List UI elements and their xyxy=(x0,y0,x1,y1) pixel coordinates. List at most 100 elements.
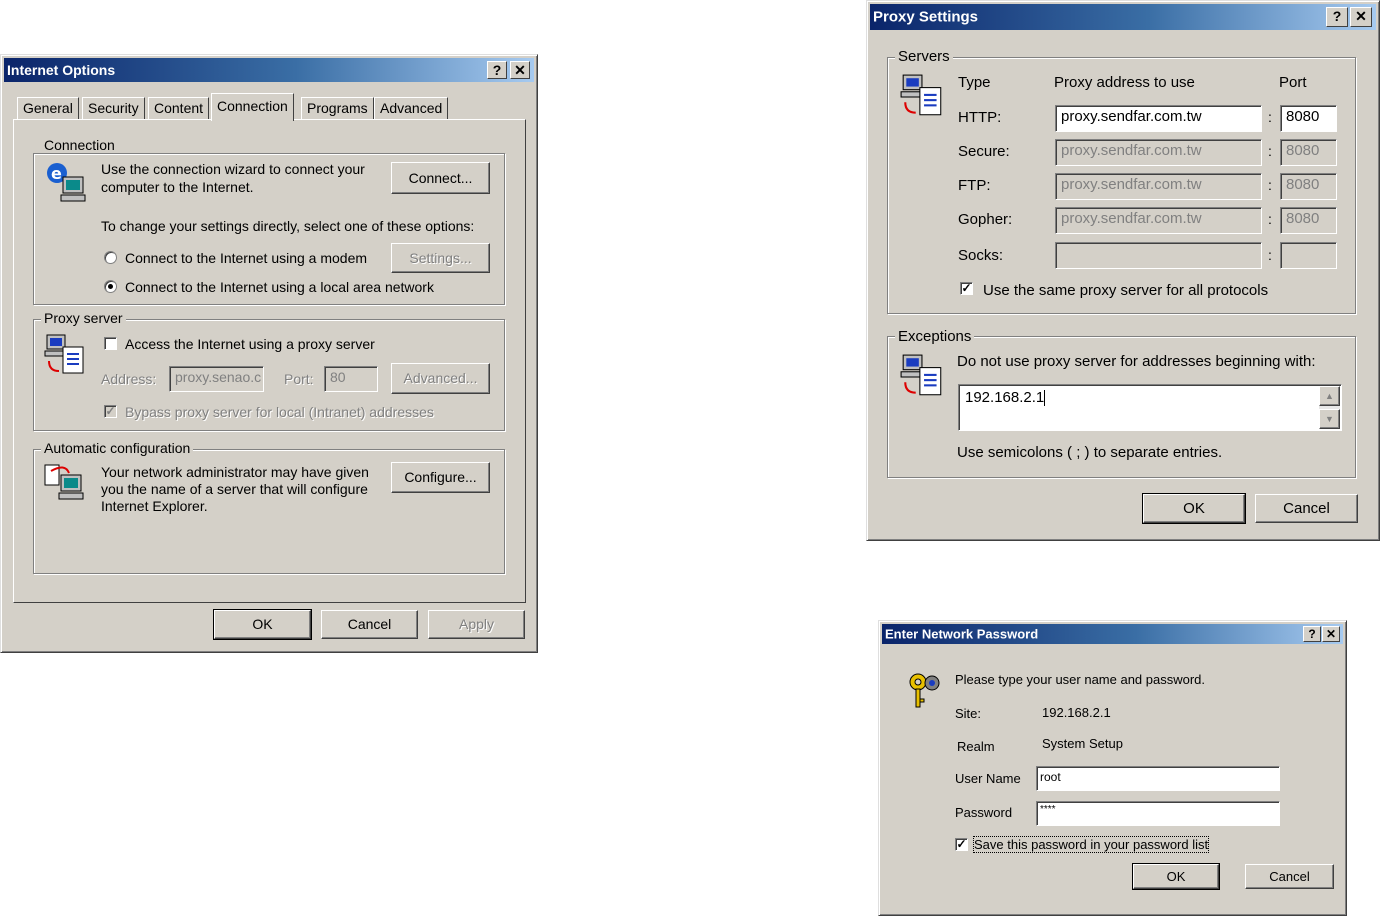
socks-address-input[interactable] xyxy=(1055,242,1262,269)
wizard-text-1: Use the connection wizard to connect you… xyxy=(101,161,365,177)
ie-connection-icon: e xyxy=(47,163,86,202)
change-settings-text: To change your settings directly, select… xyxy=(101,218,475,234)
lan-radio[interactable] xyxy=(104,280,117,293)
modem-option-label[interactable]: Connect to the Internet using a modem xyxy=(125,250,367,266)
close-button[interactable]: ✕ xyxy=(1350,7,1372,27)
exceptions-textarea[interactable]: 192.168.2.1 xyxy=(958,384,1342,431)
ok-button-label: OK xyxy=(252,616,273,632)
internet-options-titlebar[interactable]: Internet Options ? ✕ xyxy=(4,58,534,82)
network-password-window: Enter Network Password ? ✕ Please type y… xyxy=(878,620,1347,916)
ftp-port-input[interactable]: 8080 xyxy=(1280,173,1337,200)
address-column-header: Proxy address to use xyxy=(1054,74,1195,91)
username-label: User Name xyxy=(955,771,1021,786)
gopher-colon: : xyxy=(1268,211,1272,227)
cancel-button[interactable]: Cancel xyxy=(1245,864,1334,889)
tab-advanced[interactable]: Advanced xyxy=(374,97,449,119)
tab-security[interactable]: Security xyxy=(82,97,145,119)
settings-button-label: Settings... xyxy=(409,250,472,266)
site-value: 192.168.2.1 xyxy=(1042,705,1111,720)
bypass-checkbox[interactable]: ✓ xyxy=(104,405,117,418)
save-password-checkbox[interactable]: ✓ xyxy=(955,838,968,851)
save-password-label[interactable]: Save this password in your password list xyxy=(972,836,1210,853)
tab-general[interactable]: General xyxy=(17,97,79,119)
proxy-icon xyxy=(44,334,84,374)
tab-connection[interactable]: Connection xyxy=(211,93,294,121)
configure-button-label: Configure... xyxy=(404,469,477,485)
tab-programs[interactable]: Programs xyxy=(301,97,374,119)
exceptions-legend: Exceptions xyxy=(895,328,975,345)
proxy-port-input[interactable]: 80 xyxy=(324,366,378,392)
secure-address-input[interactable]: proxy.sendfar.com.tw xyxy=(1055,139,1262,166)
proxy-settings-window: Proxy Settings ? ✕ Servers Type Proxy ad… xyxy=(866,0,1380,541)
keys-icon xyxy=(909,673,940,708)
advanced-button[interactable]: Advanced... xyxy=(391,363,490,394)
secure-label: Secure: xyxy=(958,143,1010,160)
http-address-input[interactable]: proxy.sendfar.com.tw xyxy=(1055,105,1262,132)
socks-port-input[interactable] xyxy=(1280,242,1337,269)
window-title: Internet Options xyxy=(7,62,116,78)
modem-radio[interactable] xyxy=(104,251,117,264)
close-button[interactable]: ✕ xyxy=(510,61,530,79)
site-label: Site: xyxy=(955,706,982,721)
lan-option-label[interactable]: Connect to the Internet using a local ar… xyxy=(125,279,434,295)
cancel-button[interactable]: Cancel xyxy=(1255,494,1358,523)
network-password-titlebar[interactable]: Enter Network Password ? ✕ xyxy=(882,624,1343,644)
proxy-settings-titlebar[interactable]: Proxy Settings ? ✕ xyxy=(870,4,1376,30)
secure-port-input[interactable]: 8080 xyxy=(1280,139,1337,166)
close-button[interactable]: ✕ xyxy=(1322,626,1340,642)
settings-button[interactable]: Settings... xyxy=(391,243,490,273)
gopher-address-input[interactable]: proxy.sendfar.com.tw xyxy=(1055,207,1262,234)
http-colon: : xyxy=(1268,109,1272,125)
same-proxy-checkbox[interactable]: ✓ xyxy=(960,282,973,295)
connection-legend: Connection xyxy=(41,137,118,153)
ftp-label: FTP: xyxy=(958,177,991,194)
help-button[interactable]: ? xyxy=(1326,7,1348,27)
proxy-address-input[interactable]: proxy.senao.c xyxy=(169,366,264,392)
exceptions-proxy-icon xyxy=(900,354,942,396)
gopher-port-input[interactable]: 8080 xyxy=(1280,207,1337,234)
auto-config-text-2: you the name of a server that will confi… xyxy=(101,481,368,497)
help-button[interactable]: ? xyxy=(1303,626,1321,642)
ok-button[interactable]: OK xyxy=(1132,863,1220,890)
password-label: Password xyxy=(955,805,1013,820)
scroll-up-button[interactable]: ▲ xyxy=(1319,386,1340,406)
scrollbar[interactable]: ▲ ▼ xyxy=(1319,386,1340,429)
secure-colon: : xyxy=(1268,143,1272,159)
port-column-header: Port xyxy=(1279,74,1307,91)
scroll-down-button[interactable]: ▼ xyxy=(1319,409,1340,429)
cancel-button[interactable]: Cancel xyxy=(321,610,418,639)
use-proxy-checkbox[interactable] xyxy=(104,337,117,350)
proxy-server-legend: Proxy server xyxy=(41,310,126,326)
radio-selected-dot xyxy=(108,284,113,289)
port-label: Port: xyxy=(284,371,314,387)
type-column-header: Type xyxy=(958,74,991,91)
help-button[interactable]: ? xyxy=(487,61,507,79)
http-port-input[interactable]: 8080 xyxy=(1280,105,1337,132)
advanced-button-label: Advanced... xyxy=(403,370,478,386)
connect-button-label: Connect... xyxy=(408,170,473,186)
password-input[interactable]: **** xyxy=(1036,801,1280,826)
gopher-label: Gopher: xyxy=(958,211,1013,228)
window-title: Enter Network Password xyxy=(885,626,1039,642)
same-proxy-label[interactable]: Use the same proxy server for all protoc… xyxy=(983,282,1268,299)
apply-button[interactable]: Apply xyxy=(428,610,525,639)
tab-content[interactable]: Content xyxy=(148,97,210,119)
auto-config-legend: Automatic configuration xyxy=(41,440,194,456)
ok-button[interactable]: OK xyxy=(213,609,312,640)
username-input[interactable]: root xyxy=(1036,766,1280,791)
use-proxy-label[interactable]: Access the Internet using a proxy server xyxy=(125,336,375,352)
realm-label: Realm xyxy=(957,739,995,754)
configure-button[interactable]: Configure... xyxy=(391,462,490,493)
bypass-label[interactable]: Bypass proxy server for local (Intranet)… xyxy=(125,404,434,420)
connect-button[interactable]: Connect... xyxy=(391,162,490,194)
ftp-address-input[interactable]: proxy.sendfar.com.tw xyxy=(1055,173,1262,200)
prompt-text: Please type your user name and password. xyxy=(955,672,1206,687)
text-cursor xyxy=(1044,390,1046,407)
exceptions-value: 192.168.2.1 xyxy=(965,389,1045,406)
socks-label: Socks: xyxy=(958,247,1004,264)
realm-value: System Setup xyxy=(1042,736,1123,751)
ok-button-label: OK xyxy=(1166,869,1186,884)
auto-config-icon xyxy=(44,464,84,500)
ok-button[interactable]: OK xyxy=(1142,493,1246,524)
auto-config-text-1: Your network administrator may have give… xyxy=(101,464,369,480)
